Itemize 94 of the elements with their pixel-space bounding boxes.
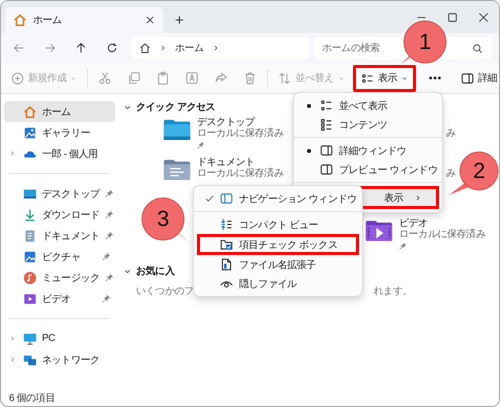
picture-icon (23, 250, 37, 264)
chevron-right-icon (414, 194, 422, 202)
chevron-right-icon[interactable] (8, 335, 16, 342)
view-icon (360, 72, 374, 84)
folder-icon[interactable] (365, 218, 393, 243)
address-bar[interactable]: ホーム (131, 37, 309, 59)
menu-item[interactable]: ファイル名拡張子 (197, 255, 359, 274)
new-icon (11, 72, 24, 84)
pin-icon (102, 252, 111, 261)
clipboard-icon (156, 71, 170, 85)
pin-icon (102, 294, 111, 303)
sidebar-item[interactable]: PC (4, 328, 115, 349)
pin-icon (104, 210, 114, 219)
status-text: 6 個の項目 (8, 392, 56, 406)
folder-location: ローカルに保存済み (399, 229, 486, 241)
up-arrow-icon[interactable] (75, 42, 87, 54)
menu-item[interactable]: 詳細ウィンドウ (297, 141, 439, 160)
pin-icon (104, 189, 114, 198)
close-icon[interactable] (478, 12, 489, 22)
chevron-right-icon (159, 44, 167, 52)
hint-text: れます。 (374, 285, 412, 298)
caret-icon (338, 74, 345, 82)
folder-name[interactable]: ビデオ (399, 218, 486, 229)
folder-location: ローカルに保存済み (197, 128, 284, 140)
details-pane-icon (320, 144, 333, 157)
sidebar-item[interactable]: ミュージック (4, 267, 115, 288)
chevron-right-icon[interactable] (8, 150, 16, 157)
view-button[interactable]: 表示 (352, 64, 416, 92)
sort-icon (278, 72, 292, 84)
sidebar-item[interactable]: ダウンロード (4, 204, 115, 225)
pin-icon (104, 273, 114, 282)
details-button[interactable]: 詳細 (454, 64, 499, 92)
details-pane-icon (461, 72, 474, 84)
list-icon (320, 118, 333, 131)
folder-name[interactable]: ドキュメント (197, 157, 284, 168)
sidebar-item[interactable]: ネットワーク (4, 349, 115, 370)
home-icon (23, 104, 37, 118)
menu-item[interactable]: コンパクト ビュー (197, 215, 359, 234)
refresh-icon[interactable] (106, 42, 118, 54)
video-icon (23, 292, 37, 306)
tab[interactable]: ホーム (5, 7, 163, 33)
sidebar-item[interactable]: 一郎 - 個人用 (4, 143, 115, 164)
caret-icon (401, 74, 408, 82)
gallery-icon (23, 126, 37, 140)
copy-icon (127, 71, 142, 85)
desktop-icon (23, 186, 37, 200)
monitor-icon (23, 332, 37, 346)
sidebar-item[interactable]: ビデオ (4, 288, 115, 309)
tiles-icon (320, 99, 333, 112)
close-icon[interactable] (145, 15, 155, 25)
rename-icon (185, 71, 200, 85)
pin-icon (399, 242, 407, 250)
sidebar-item[interactable]: ホーム (4, 101, 115, 122)
network-icon (23, 352, 37, 366)
folder-location: ローカルに保存済み (197, 168, 284, 180)
navigation-pane-icon (220, 192, 233, 205)
menu-item[interactable]: 隠しファイル (197, 274, 359, 293)
home-icon (139, 42, 151, 54)
sidebar-item[interactable]: ドキュメント (4, 225, 115, 246)
sidebar-item[interactable]: デスクトップ (4, 183, 115, 204)
download-icon (23, 208, 37, 222)
menu-item[interactable]: 項目チェック ボックス (197, 234, 359, 255)
pin-icon (197, 141, 205, 149)
menu-item[interactable]: プレビュー ウィンドウ (297, 160, 439, 179)
menu-item[interactable]: コンテンツ (297, 115, 439, 134)
menu-item[interactable]: 並べて表示 (297, 96, 439, 115)
folder-location: み (446, 168, 456, 180)
file-icon (220, 258, 233, 271)
section-title: クイック アクセス (136, 101, 216, 114)
new-tab-button[interactable]: + (169, 7, 190, 33)
pin-icon (104, 231, 114, 240)
sidebar-item[interactable]: ギャラリー (4, 122, 115, 143)
forward-arrow-icon[interactable] (44, 42, 56, 54)
compact-view-icon (220, 218, 233, 231)
section-title: お気に入 (136, 264, 174, 278)
checkbox-folder-icon (220, 238, 233, 251)
folder-name[interactable]: デスクトップ (197, 117, 284, 128)
caret-icon (70, 74, 78, 82)
hint-text: いくつかのフ (136, 285, 194, 298)
music-icon (23, 270, 37, 284)
home-icon (13, 13, 27, 27)
trash-icon (243, 71, 258, 85)
folder-icon[interactable] (163, 117, 191, 142)
search-icon (472, 43, 483, 54)
scissors-icon (98, 71, 112, 85)
document-icon (23, 228, 37, 242)
back-arrow-icon[interactable] (13, 42, 25, 54)
sidebar-item[interactable]: ピクチャ (4, 246, 115, 267)
folder-icon[interactable] (163, 157, 191, 182)
chevron-right-icon[interactable] (8, 356, 16, 363)
address-segment[interactable]: ホーム (175, 41, 204, 55)
maximize-icon[interactable] (447, 12, 458, 22)
preview-pane-icon (320, 163, 333, 176)
folder-location: み (446, 128, 456, 140)
